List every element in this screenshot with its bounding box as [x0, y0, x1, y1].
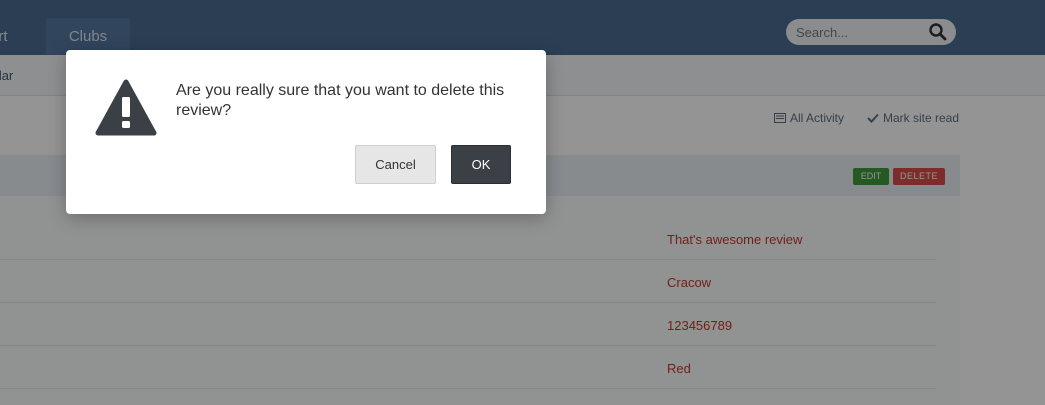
warning-icon	[95, 79, 157, 137]
confirm-delete-dialog: Are you really sure that you want to del…	[66, 50, 546, 214]
cancel-button[interactable]: Cancel	[355, 145, 436, 184]
ok-button[interactable]: OK	[451, 145, 511, 184]
dialog-message: Are you really sure that you want to del…	[176, 82, 505, 119]
